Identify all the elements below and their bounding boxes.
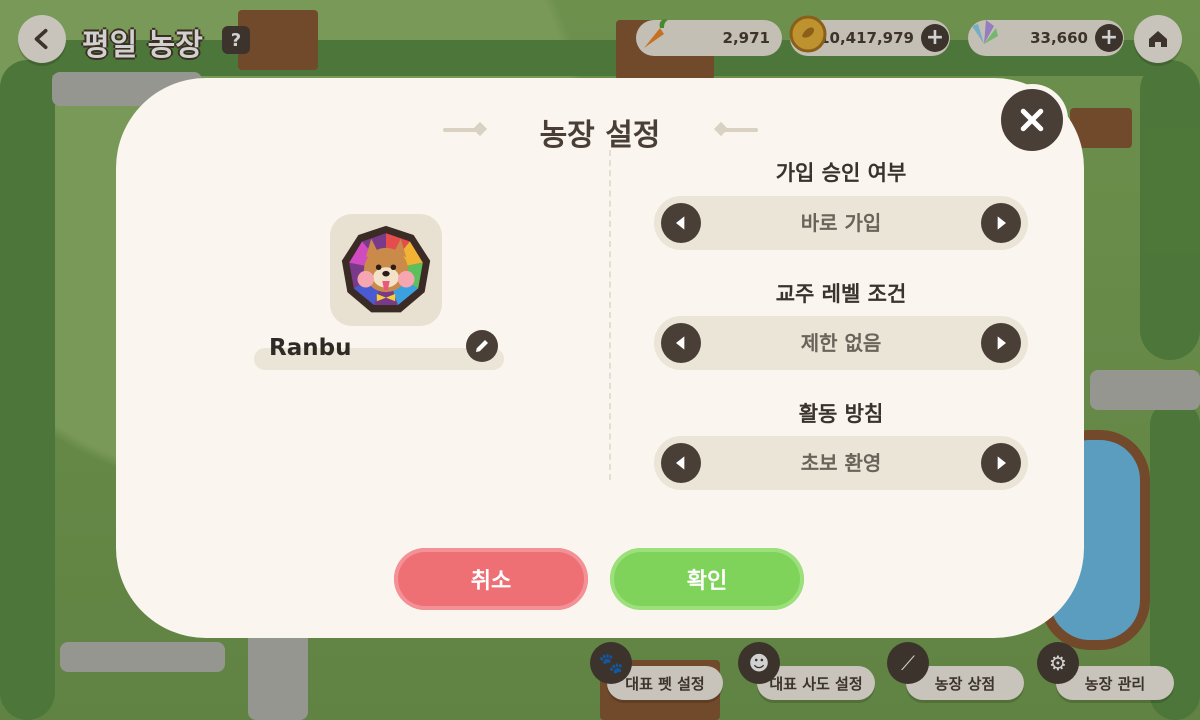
modal-divider (609, 150, 611, 480)
join-approval-next-button[interactable] (981, 203, 1021, 243)
arrow-right-icon (997, 456, 1006, 470)
arrow-right-icon (997, 216, 1006, 230)
confirm-button[interactable]: 확인 (610, 548, 804, 610)
edit-name-button[interactable] (466, 330, 498, 362)
arrow-left-icon (676, 456, 685, 470)
level-requirement-prev-button[interactable] (661, 323, 701, 363)
activity-policy-selector: 초보 환영 (654, 436, 1028, 490)
level-requirement-label: 교주 레벨 조건 (775, 282, 907, 306)
dog-emblem-icon (341, 225, 431, 313)
arrow-right-icon (997, 336, 1006, 350)
activity-policy-label: 활동 방침 (798, 402, 884, 426)
cancel-button[interactable]: 취소 (394, 548, 588, 610)
join-approval-selector: 바로 가입 (654, 196, 1028, 250)
level-requirement-selector: 제한 없음 (654, 316, 1028, 370)
activity-policy-prev-button[interactable] (661, 443, 701, 483)
join-approval-label: 가입 승인 여부 (775, 161, 907, 185)
activity-policy-next-button[interactable] (981, 443, 1021, 483)
level-requirement-next-button[interactable] (981, 323, 1021, 363)
close-icon (1020, 108, 1044, 132)
join-approval-prev-button[interactable] (661, 203, 701, 243)
close-button[interactable] (996, 84, 1068, 156)
level-requirement-value: 제한 없음 (800, 331, 882, 355)
pencil-icon (476, 340, 488, 352)
arrow-left-icon (676, 216, 685, 230)
farm-avatar[interactable] (330, 214, 442, 326)
arrow-left-icon (676, 336, 685, 350)
join-approval-value: 바로 가입 (800, 211, 882, 235)
farm-name: Ranbu (269, 335, 352, 361)
activity-policy-value: 초보 환영 (800, 451, 882, 475)
